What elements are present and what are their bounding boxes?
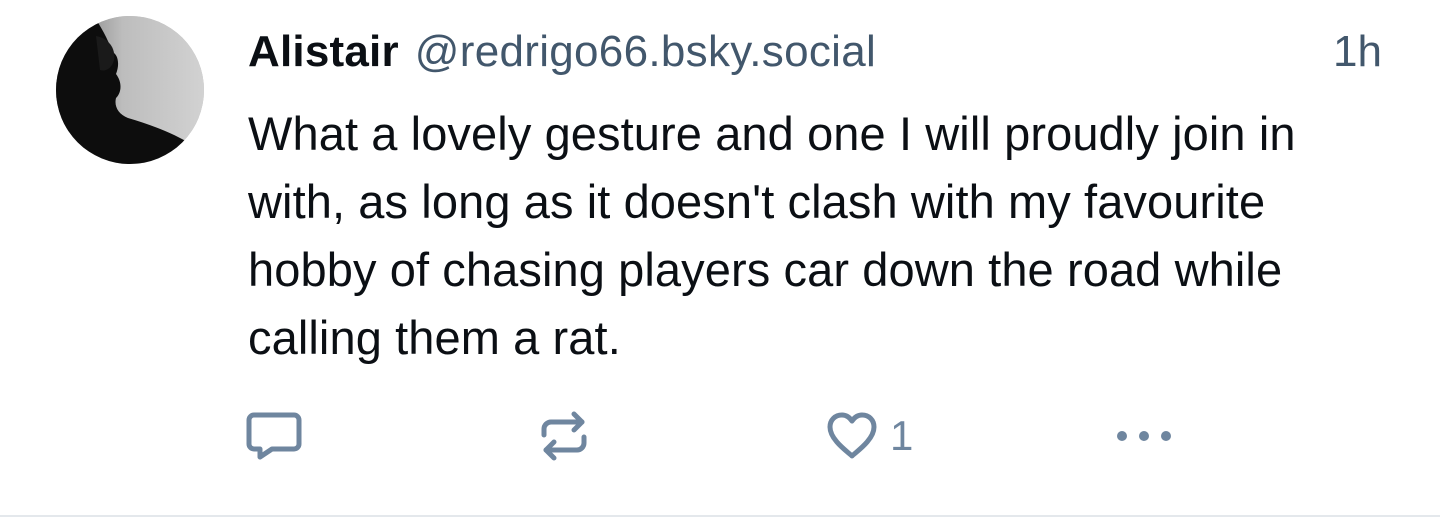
post-timestamp[interactable]: 1h <box>1333 27 1382 77</box>
repost-icon <box>541 411 587 461</box>
user-avatar-silhouette <box>56 16 204 164</box>
like-count: 1 <box>890 412 914 459</box>
repost-button[interactable] <box>538 408 590 464</box>
post-actions-bar: 1 <box>246 408 1246 464</box>
like-button[interactable]: 1 <box>826 408 913 464</box>
reply-button[interactable] <box>246 408 302 464</box>
post-header: Alistair @redrigo66.bsky.social 1h <box>248 22 1382 82</box>
author-avatar[interactable] <box>56 16 204 164</box>
post-text: What a lovely gesture and one I will pro… <box>248 107 1296 364</box>
author-handle[interactable]: @redrigo66.bsky.social <box>415 27 876 77</box>
reply-bubble-icon <box>246 412 302 460</box>
more-options-icon <box>1117 431 1171 441</box>
heart-icon <box>827 412 877 459</box>
more-options-button[interactable] <box>1112 408 1176 464</box>
post-card[interactable]: Alistair @redrigo66.bsky.social 1h What … <box>0 0 1440 517</box>
author-display-name[interactable]: Alistair <box>248 27 399 77</box>
